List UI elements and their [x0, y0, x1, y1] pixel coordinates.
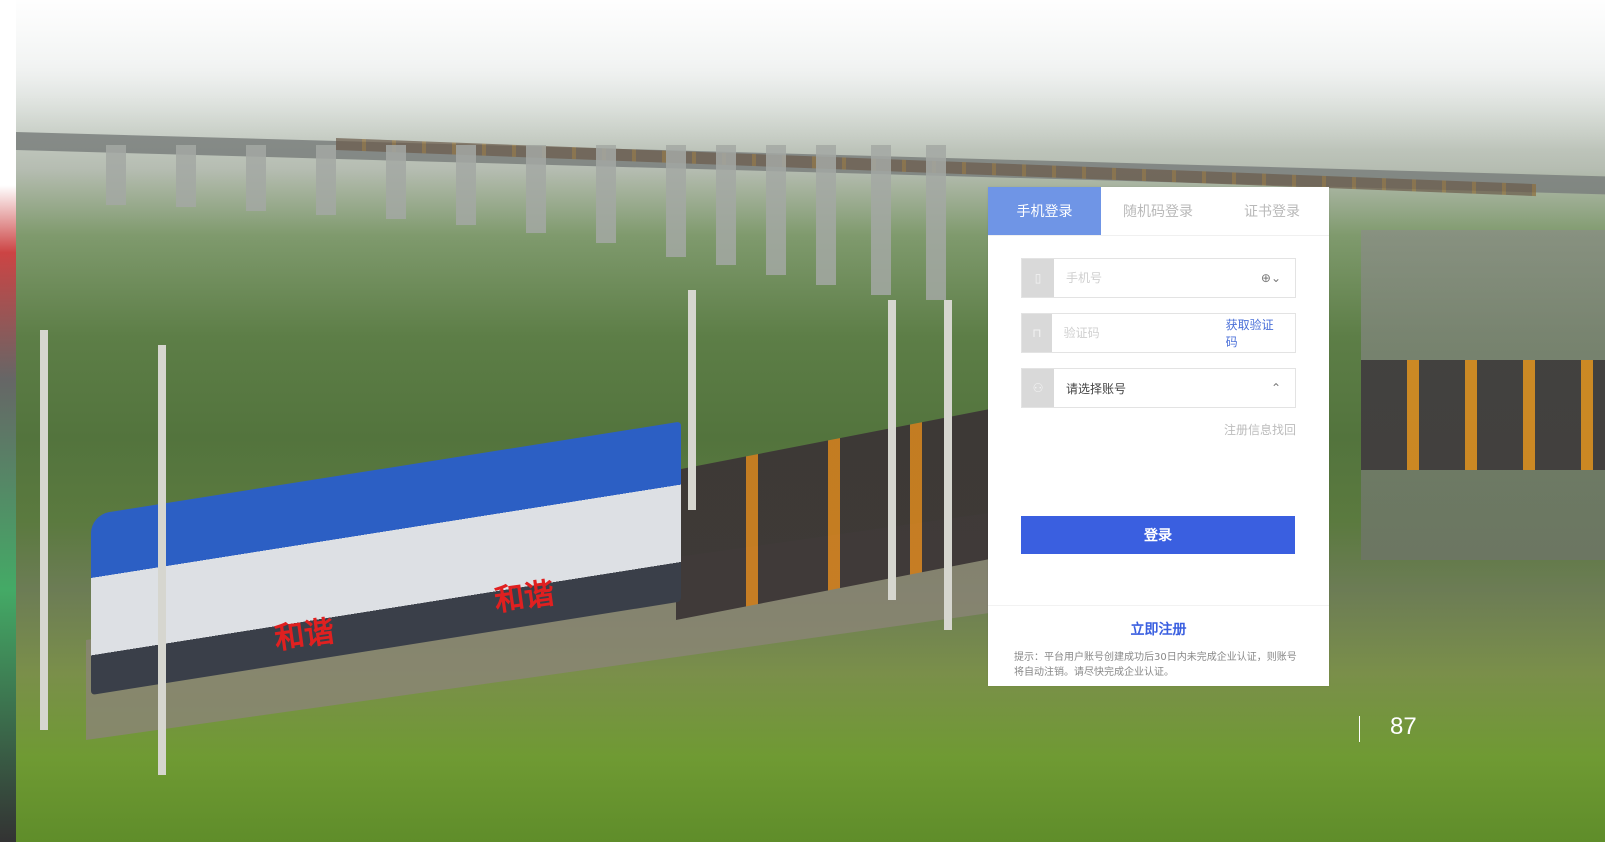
page-number: 87: [1390, 713, 1417, 740]
viaduct-pier: [456, 145, 476, 225]
phone-icon: ▯: [1022, 259, 1054, 297]
recover-info-link[interactable]: 注册信息找回: [1021, 421, 1296, 438]
background-photo: 和谐 和谐: [16, 0, 1605, 842]
viaduct-pier: [716, 145, 736, 265]
divider: [988, 605, 1329, 606]
viaduct-pier: [871, 145, 891, 295]
catenary-pole: [944, 300, 952, 630]
verification-code-input[interactable]: [1051, 314, 1226, 352]
register-link[interactable]: 立即注册: [988, 619, 1329, 639]
chevron-up-icon: ⌃: [1270, 381, 1281, 395]
viaduct-pier: [666, 145, 686, 257]
page-number-divider: [1359, 716, 1360, 742]
viaduct-pier: [926, 145, 946, 300]
login-tabs: 手机登录 随机码登录 证书登录: [988, 187, 1329, 236]
viaduct-pier: [596, 145, 616, 243]
catenary-pole: [158, 345, 166, 775]
notice-text: 提示：平台用户账号创建成功后30日内未完成企业认证，则账号将自动注销。请尽快完成…: [1014, 652, 1297, 678]
viaduct-pier: [816, 145, 836, 285]
region-dropdown-icon[interactable]: ⊕⌄: [1261, 259, 1295, 297]
login-panel: 手机登录 随机码登录 证书登录 ▯ ⊕⌄ ⊓ 获取验证码 ⚇ 请选择账号 ⌃ 注…: [988, 187, 1329, 686]
catenary-pole: [688, 290, 696, 510]
viaduct-pier: [246, 145, 266, 211]
account-select[interactable]: ⚇ 请选择账号 ⌃: [1021, 368, 1296, 408]
viaduct-pier: [316, 145, 336, 215]
tab-random-code-login[interactable]: 随机码登录: [1101, 187, 1215, 235]
user-icon: ⚇: [1022, 369, 1054, 407]
locomotive-lettering: 和谐: [492, 575, 557, 619]
login-button[interactable]: 登录: [1021, 516, 1295, 554]
sky-haze: [16, 0, 1605, 150]
viaduct-pier: [106, 145, 126, 205]
catenary-pole: [40, 330, 48, 730]
viaduct-pier: [526, 145, 546, 233]
viaduct-pier: [176, 145, 196, 207]
tab-phone-login[interactable]: 手机登录: [988, 187, 1101, 235]
locomotive-lettering: 和谐: [272, 613, 337, 657]
code-field: ⊓ 获取验证码: [1021, 313, 1296, 353]
tab-certificate-login[interactable]: 证书登录: [1215, 187, 1329, 235]
catenary-pole: [888, 300, 896, 600]
left-edge-strip: [0, 0, 16, 842]
right-freight-cars: [1361, 360, 1605, 470]
phone-input[interactable]: [1054, 259, 1261, 297]
account-select-value: 请选择账号: [1066, 381, 1127, 396]
viaduct-pier: [766, 145, 786, 275]
login-form: ▯ ⊕⌄ ⊓ 获取验证码 ⚇ 请选择账号 ⌃ 注册信息找回: [988, 236, 1329, 438]
phone-field: ▯ ⊕⌄: [1021, 258, 1296, 298]
lock-icon: ⊓: [1022, 314, 1052, 352]
get-code-button[interactable]: 获取验证码: [1226, 316, 1281, 350]
viaduct-pier: [386, 145, 406, 219]
